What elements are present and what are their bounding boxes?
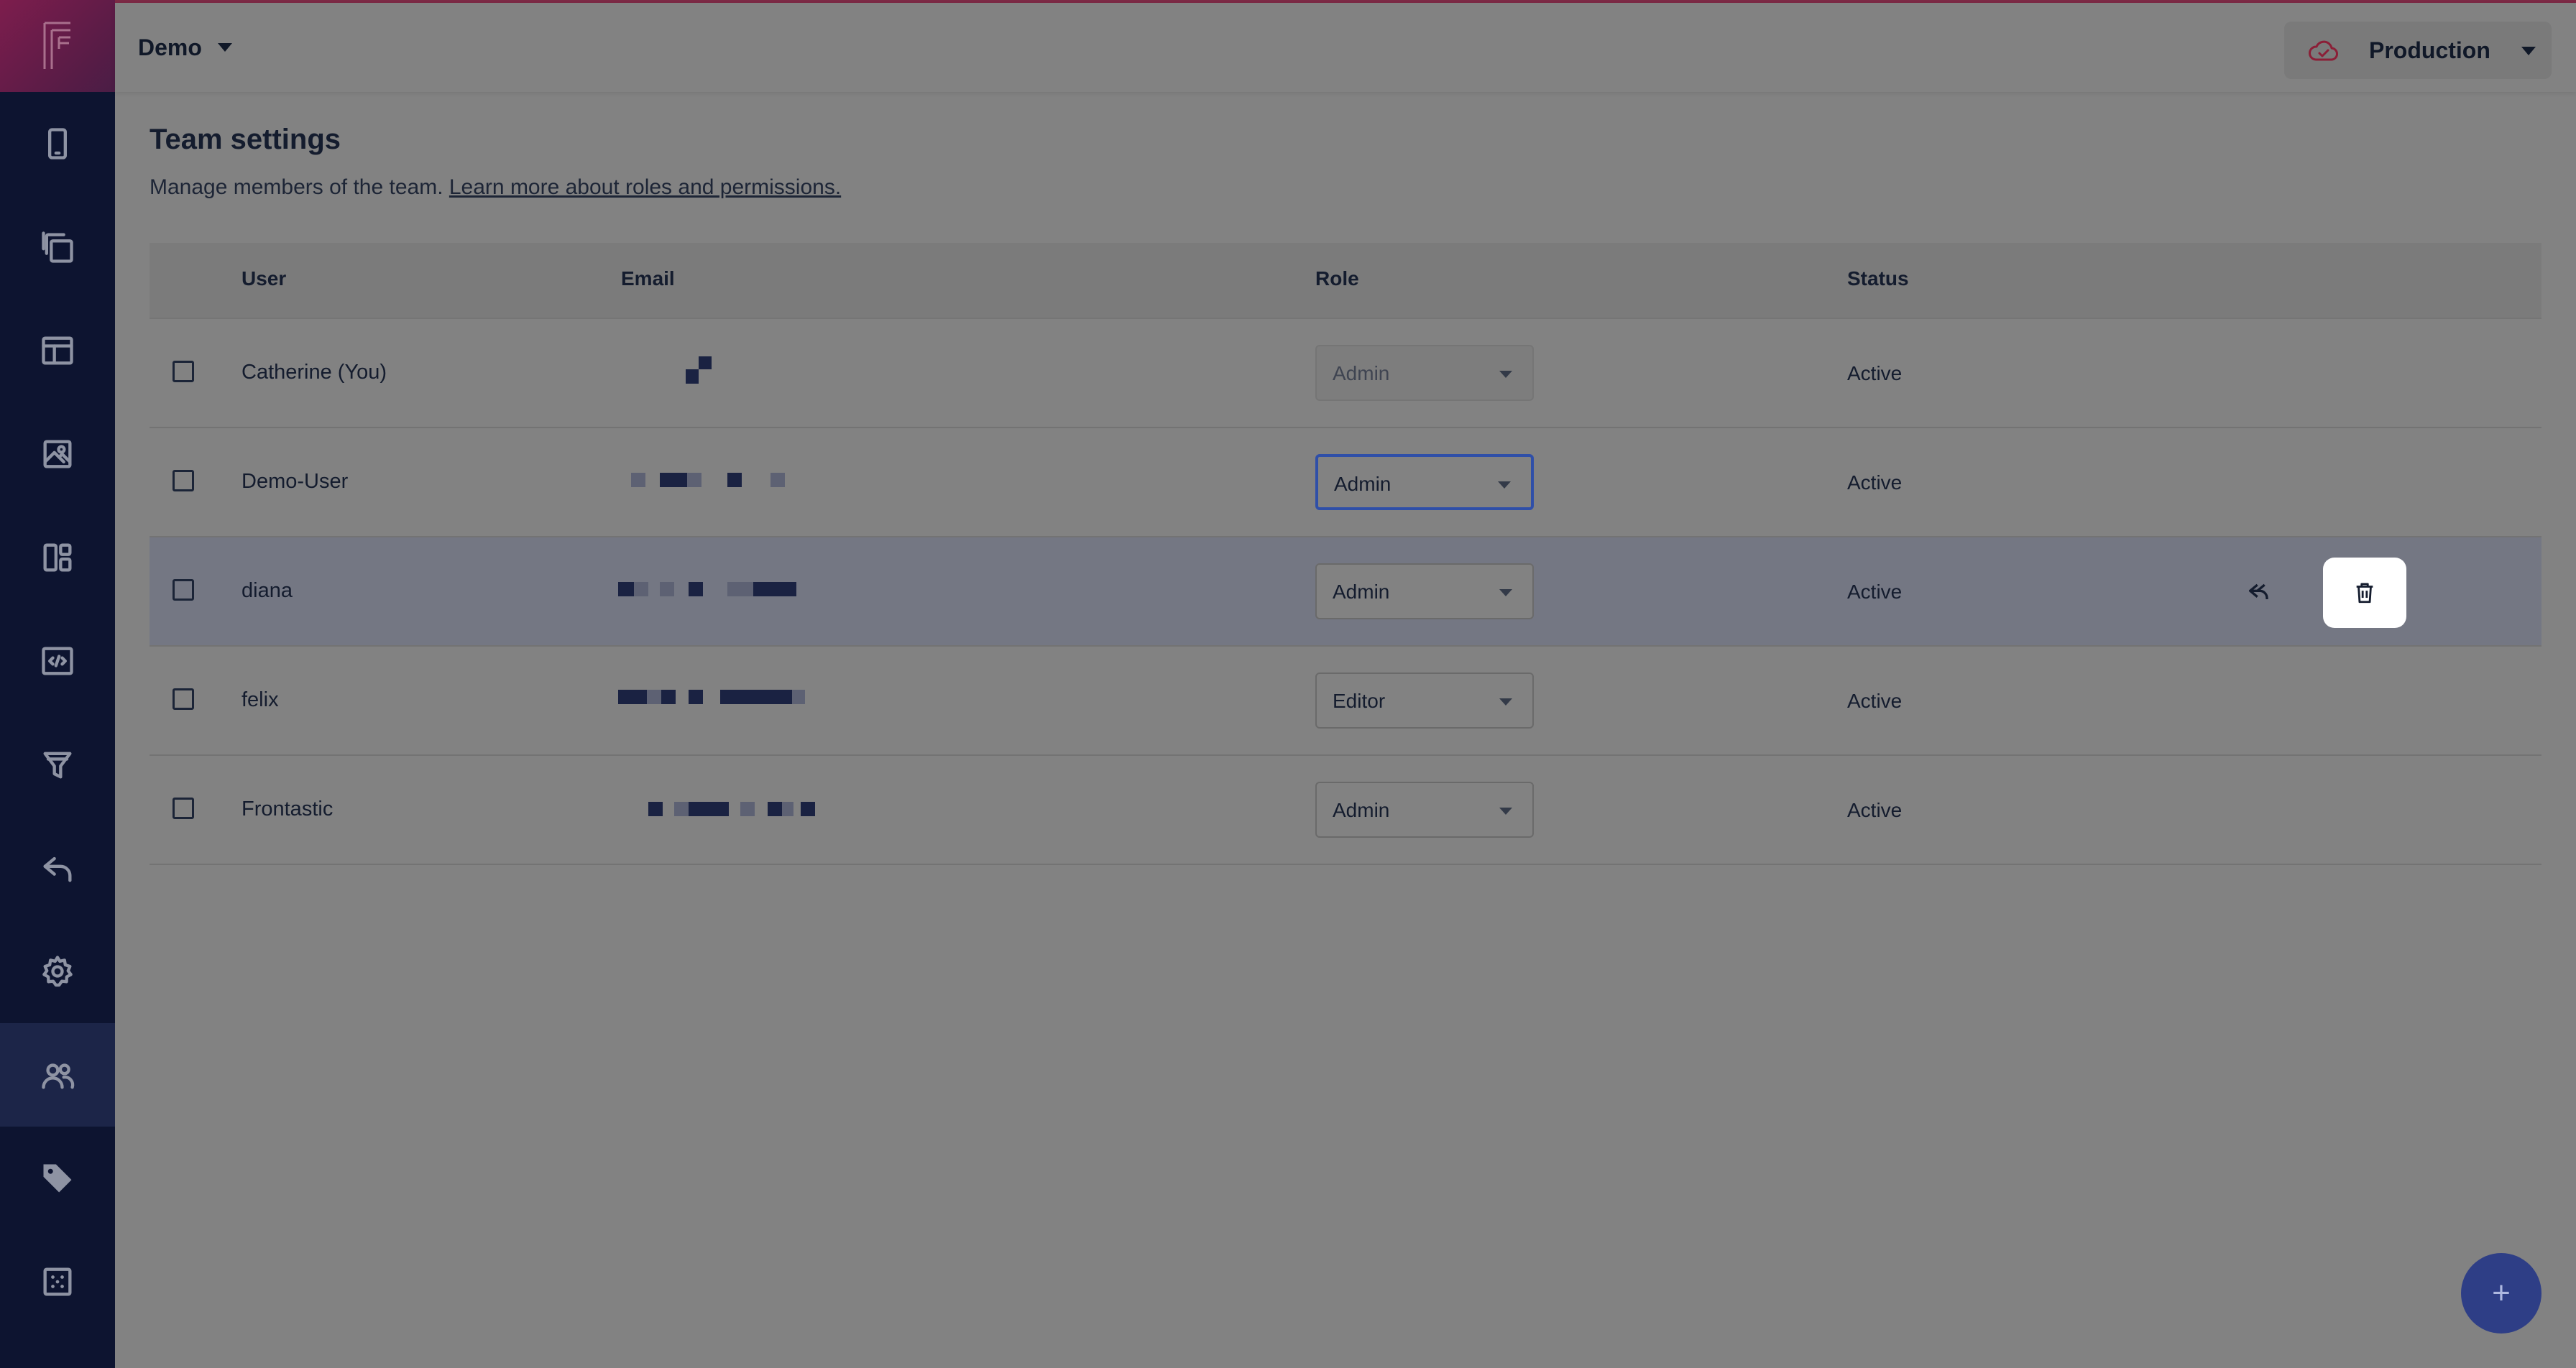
email-redacted: [620, 356, 871, 385]
sidebar-item-dashboard[interactable]: [0, 506, 115, 609]
role-select[interactable]: Admin: [1315, 563, 1534, 619]
sidebar-item-settings[interactable]: [0, 920, 115, 1023]
sidebar-item-components[interactable]: [0, 1230, 115, 1334]
reply-icon: [43, 856, 72, 882]
image-icon: [43, 440, 72, 468]
page-description: Manage members of the team. Learn more a…: [150, 175, 841, 200]
environment-selector[interactable]: Production: [2284, 22, 2552, 79]
frontastic-logo-icon: [43, 22, 70, 69]
page-description-text: Manage members of the team.: [150, 175, 443, 199]
app-logo[interactable]: [0, 0, 115, 92]
email-redacted: [618, 575, 871, 604]
role-select[interactable]: Admin: [1315, 454, 1534, 510]
copy-icon: [42, 231, 73, 263]
status-text: Active: [1847, 799, 1903, 821]
project-selector[interactable]: Demo: [138, 30, 232, 65]
status-text: Active: [1847, 471, 1903, 494]
role-value: Admin: [1333, 799, 1390, 821]
grid-icon: [43, 1267, 72, 1296]
sidebar-item-developer[interactable]: [0, 609, 115, 713]
email-redacted: [620, 466, 871, 494]
user-name: Frontastic: [242, 798, 334, 821]
chevron-down-icon: [1498, 481, 1511, 489]
filter-icon: [43, 752, 72, 779]
column-header-role[interactable]: Role: [1315, 267, 1359, 290]
dashboard-icon: [43, 543, 72, 572]
environment-label: Production: [2369, 37, 2490, 63]
sidebar-item-filters[interactable]: [0, 713, 115, 816]
role-select[interactable]: Admin: [1315, 345, 1534, 401]
sidebar-item-team[interactable]: [0, 1023, 115, 1127]
email-redacted: [618, 684, 871, 713]
role-select[interactable]: Editor: [1315, 673, 1534, 729]
tag-icon: [43, 1164, 72, 1193]
gear-icon: [42, 956, 73, 987]
resend-invite-button[interactable]: [2240, 572, 2280, 612]
project-name: Demo: [138, 34, 202, 60]
row-checkbox[interactable]: [172, 798, 194, 819]
user-name: felix: [242, 688, 279, 711]
email-redacted: [620, 793, 871, 822]
table-row[interactable]: felix Editor Active: [150, 647, 2542, 756]
row-checkbox[interactable]: [172, 470, 194, 491]
sidebar-item-pages[interactable]: [0, 195, 115, 299]
column-header-email[interactable]: Email: [621, 267, 675, 290]
sidebar-item-devices[interactable]: [0, 92, 115, 195]
chevron-down-icon: [1499, 371, 1512, 378]
code-icon: [42, 647, 73, 675]
chevron-down-icon: [1499, 808, 1512, 815]
chevron-down-icon: [2521, 47, 2536, 55]
sidebar-item-media[interactable]: [0, 402, 115, 506]
top-header: Demo Production: [115, 3, 2576, 92]
sidebar-item-redirects[interactable]: [0, 816, 115, 920]
reply-icon: [2249, 583, 2268, 599]
column-header-user[interactable]: User: [242, 267, 286, 290]
add-member-button[interactable]: +: [2461, 1253, 2542, 1334]
delete-member-button[interactable]: [2323, 558, 2406, 628]
table-row[interactable]: Demo-User Admin Active: [150, 428, 2542, 537]
role-value: Admin: [1333, 362, 1390, 384]
column-header-status[interactable]: Status: [1847, 267, 1909, 290]
role-value: Admin: [1334, 473, 1392, 495]
table-row[interactable]: Catherine (You) Admin Active: [150, 319, 2542, 428]
user-name: Catherine (You): [242, 361, 387, 384]
row-checkbox[interactable]: [172, 688, 194, 710]
chevron-down-icon: [1499, 589, 1512, 596]
role-select[interactable]: Admin: [1315, 782, 1534, 838]
user-name: diana: [242, 579, 293, 602]
sidebar-item-layouts[interactable]: [0, 299, 115, 402]
status-text: Active: [1847, 581, 1903, 603]
roles-permissions-link[interactable]: Learn more about roles and permissions.: [449, 175, 841, 199]
role-value: Editor: [1333, 690, 1386, 712]
team-icon: [42, 1063, 75, 1089]
row-checkbox[interactable]: [172, 361, 194, 382]
table-row[interactable]: diana Admin Active: [150, 537, 2542, 647]
table-row[interactable]: Frontastic Admin Active: [150, 756, 2542, 865]
tablet-icon: [48, 128, 67, 160]
chevron-down-icon: [217, 43, 232, 52]
page-title: Team settings: [150, 124, 341, 155]
row-checkbox[interactable]: [172, 579, 194, 601]
role-value: Admin: [1333, 581, 1390, 603]
sidebar: [0, 0, 115, 1368]
trash-icon: [2356, 583, 2373, 604]
table-header: User Email Role Status: [150, 243, 2542, 319]
cloud-check-icon: [2309, 40, 2338, 61]
sidebar-item-tags[interactable]: [0, 1127, 115, 1230]
status-text: Active: [1847, 690, 1903, 712]
user-name: Demo-User: [242, 470, 349, 493]
layout-icon: [42, 336, 73, 365]
chevron-down-icon: [1499, 698, 1512, 706]
team-members-table: User Email Role Status Catherine (You) A…: [150, 243, 2542, 865]
status-text: Active: [1847, 362, 1903, 384]
